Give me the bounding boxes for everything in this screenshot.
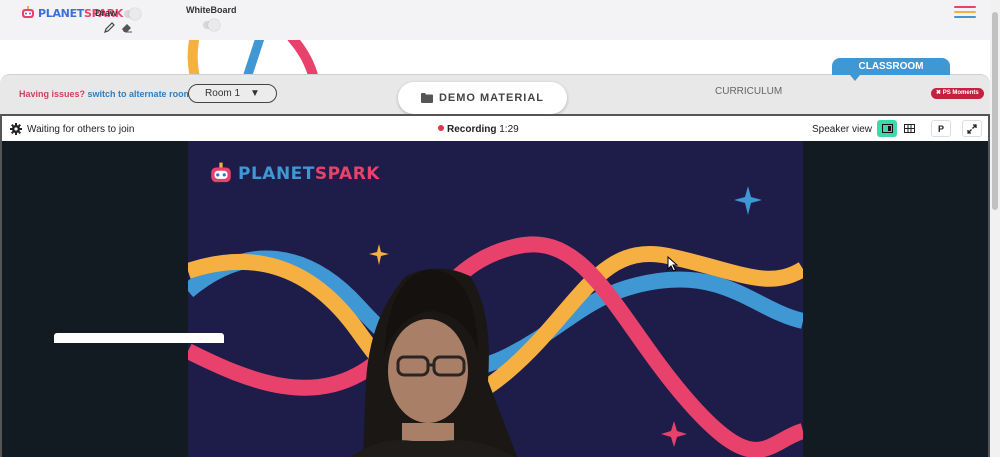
folder-icon: [420, 93, 433, 103]
recording-dot-icon: [438, 125, 444, 131]
gear-icon[interactable]: [10, 123, 22, 135]
menu-line-blue: [954, 16, 976, 18]
eraser-icon[interactable]: [121, 22, 133, 33]
tab-curriculum[interactable]: CURRICULUM: [715, 86, 782, 97]
menu-line-pink: [954, 6, 976, 8]
fullscreen-button[interactable]: [962, 120, 982, 137]
slide-brand-part-1: PLANET: [238, 164, 315, 184]
gallery-view-button[interactable]: [899, 120, 919, 137]
slide-logo: PLANETSPARK: [208, 161, 380, 187]
view-mode-label: Speaker view: [812, 124, 873, 135]
slide-brand-part-2: SPARK: [314, 164, 380, 184]
participant-status: Waiting for others to join: [27, 124, 135, 135]
video-panel-header: Waiting for others to join Recording 1:2…: [2, 116, 988, 141]
menu-line-yellow: [954, 11, 976, 13]
tab-classroom[interactable]: CLASSROOM: [832, 58, 950, 81]
top-bar: PLANETSPARK Draw WhiteBoard: [0, 0, 990, 40]
demo-material-button[interactable]: DEMO MATERIAL: [398, 82, 567, 114]
slide-background-graphic: [188, 186, 803, 457]
whiteboard-toggle-knob: [208, 19, 220, 31]
speaker-view-icon: [881, 124, 893, 133]
ps-moments-label: PS Moments: [942, 90, 979, 96]
video-panel: Waiting for others to join Recording 1:2…: [0, 114, 990, 457]
pin-p-button[interactable]: P: [931, 120, 951, 137]
expand-icon: [967, 123, 977, 134]
alternate-room-link[interactable]: switch to alternate room: [88, 89, 192, 99]
chat-overlay: [54, 333, 224, 343]
room-select-value: Room 1: [205, 88, 241, 99]
draw-toggle-knob: [129, 8, 141, 20]
recording-label: Recording: [447, 124, 497, 135]
slide-brand-name: PLANETSPARK: [238, 164, 380, 184]
demo-material-label: DEMO MATERIAL: [438, 92, 545, 104]
chevron-down-icon: ▼: [250, 88, 260, 99]
recording-indicator: Recording 1:29: [438, 124, 519, 135]
brand-part-1: PLANET: [38, 6, 85, 20]
mouse-cursor-icon: [667, 256, 678, 272]
app-root: PLANETSPARK Draw WhiteBoard CLASSROOM Ha…: [0, 0, 1000, 457]
recording-time: 1:29: [499, 124, 519, 135]
issues-notice: Having issues? switch to alternate room: [19, 89, 192, 99]
slide-robot-logo-icon: [211, 162, 231, 183]
ps-moments-badge[interactable]: ✖ PS Moments: [931, 88, 984, 99]
pencil-icon[interactable]: [104, 22, 115, 33]
speaker-view-button[interactable]: [877, 120, 897, 137]
close-circle-icon: ✖: [936, 90, 942, 96]
issues-question: Having issues?: [19, 89, 86, 99]
video-stage: PLANETSPARK: [2, 141, 988, 457]
whiteboard-toggle[interactable]: [203, 19, 220, 31]
scrollbar-thumb[interactable]: [992, 12, 998, 210]
room-select[interactable]: Room 1 ▼: [188, 84, 277, 103]
draw-toggle[interactable]: [124, 8, 141, 20]
whiteboard-label: WhiteBoard: [186, 5, 237, 15]
robot-logo-icon: [22, 6, 34, 18]
hamburger-icon[interactable]: [954, 6, 976, 18]
grid-icon: [903, 124, 915, 133]
draw-label: Draw: [95, 8, 118, 18]
page-scrollbar[interactable]: [990, 0, 1000, 457]
speaker-video-feed: PLANETSPARK: [188, 141, 803, 457]
